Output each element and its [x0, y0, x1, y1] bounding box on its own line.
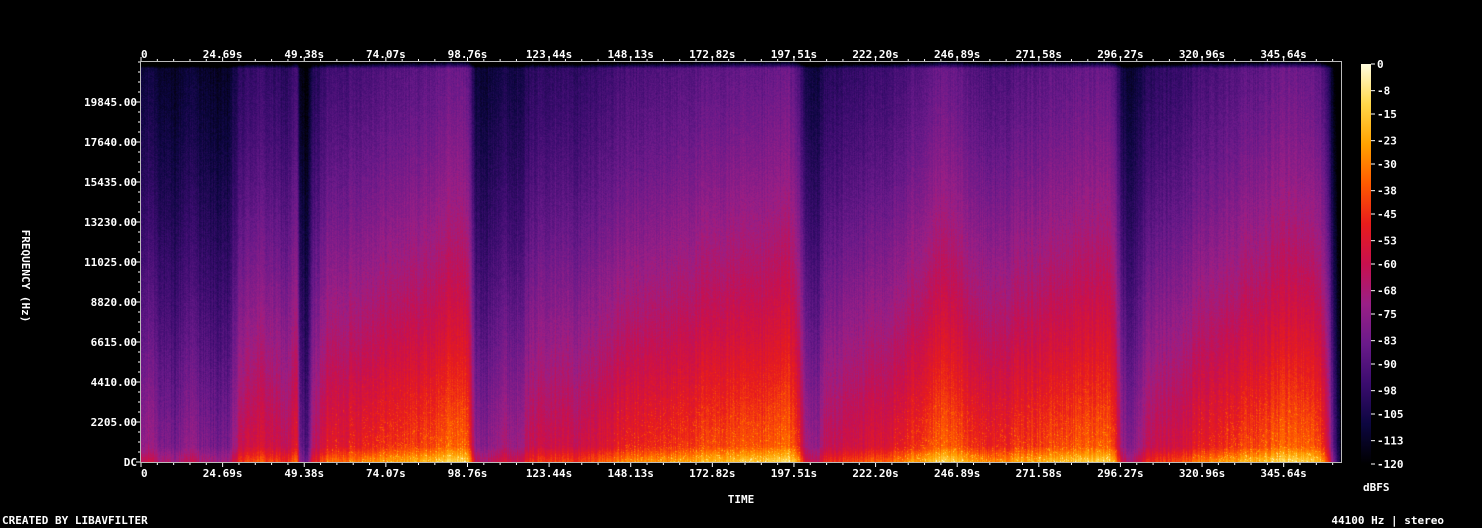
colorbar-gradient [1361, 64, 1371, 464]
x-tick-label: 172.82s [689, 48, 735, 61]
footer-audio-info: 44100 Hz | stereo [1331, 514, 1444, 527]
x-axis-top: 0 24.69s 49.38s 74.07s 98.76s 123.44s 148.13s 1… [140, 48, 1334, 62]
x-axis-bottom: 0 24.69s 49.38s 74.07s 98.76s 123.44s 148.13s 1… [140, 462, 1334, 480]
x-tick-label: 123.44s [526, 48, 572, 61]
y-tick-label: 13230.00 [84, 216, 137, 229]
y-tick-label: 6615.00 [91, 336, 137, 349]
colorbar-tick-label: -38 [1377, 185, 1397, 198]
x-tick-label: 0 [141, 48, 148, 61]
x-tick-label: 320.96s [1179, 48, 1225, 61]
colorbar-label: dBFS [1363, 481, 1390, 494]
y-tick-label: 19845.00 [84, 96, 137, 109]
x-tick-label: 148.13s [608, 48, 654, 61]
x-tick-label: 197.51s [771, 467, 817, 480]
x-tick-label: 123.44s [526, 467, 572, 480]
x-tick-label: 49.38s [284, 467, 324, 480]
colorbar-tick-label: -98 [1377, 385, 1397, 398]
colorbar: 0 -8 -15 -23 -30 -38 -45 -53 -60 -68 -75 -83 -90 -98 -… [1361, 58, 1404, 494]
colorbar-tick-label: -60 [1377, 258, 1397, 271]
x-tick-label: 24.69s [203, 48, 243, 61]
colorbar-tick-label: -45 [1377, 208, 1397, 221]
colorbar-tick-label: -68 [1377, 285, 1397, 298]
x-tick-label: 0 [141, 467, 148, 480]
x-tick-label: 345.64s [1260, 48, 1306, 61]
x-tick-label: 197.51s [771, 48, 817, 61]
spectrogram-figure: 0 24.69s 49.38s 74.07s 98.76s 123.44s 148.13s 1… [19, 48, 1404, 506]
x-tick-label: 74.07s [366, 48, 406, 61]
x-tick-label: 49.38s [284, 48, 324, 61]
x-tick-label: 172.82s [689, 467, 735, 480]
colorbar-tick-label: -15 [1377, 108, 1397, 121]
y-axis-label: FREQUENCY (Hz) [19, 230, 32, 323]
x-tick-label: 345.64s [1260, 467, 1306, 480]
spectrogram-heatmap [141, 62, 1341, 462]
x-tick-label: 246.89s [934, 48, 980, 61]
x-tick-label: 296.27s [1097, 48, 1143, 61]
footer-credit: CREATED BY LIBAVFILTER [2, 514, 148, 527]
colorbar-tick-label: -120 [1377, 458, 1404, 471]
colorbar-tick-label: -83 [1377, 335, 1397, 348]
plot-area [140, 61, 1342, 463]
colorbar-tick-label: -113 [1377, 435, 1404, 448]
colorbar-tick-label: -30 [1377, 158, 1397, 171]
x-tick-label: 271.58s [1016, 48, 1062, 61]
colorbar-tick-label: -23 [1377, 135, 1397, 148]
colorbar-tick-label: -75 [1377, 308, 1397, 321]
colorbar-tick-label: -90 [1377, 358, 1397, 371]
y-tick-label: 11025.00 [84, 256, 137, 269]
y-tick-label: 15435.00 [84, 176, 137, 189]
colorbar-tick-label: -105 [1377, 408, 1404, 421]
x-tick-label: 74.07s [366, 467, 406, 480]
x-tick-label: 24.69s [203, 467, 243, 480]
x-tick-label: 222.20s [852, 467, 898, 480]
y-tick-label: DC [124, 456, 137, 469]
colorbar-tick-label: -53 [1377, 235, 1397, 248]
y-axis: DC 2205.00 4410.00 6615.00 8820.00 11025.00 13… [84, 61, 141, 469]
spectrogram-canvas-holder [141, 62, 1341, 462]
x-tick-label: 98.76s [448, 467, 488, 480]
x-tick-label: 296.27s [1097, 467, 1143, 480]
x-tick-label: 98.76s [448, 48, 488, 61]
y-tick-label: 2205.00 [91, 416, 137, 429]
x-tick-label: 222.20s [852, 48, 898, 61]
y-tick-label: 4410.00 [91, 376, 137, 389]
x-tick-label: 148.13s [608, 467, 654, 480]
y-tick-label: 8820.00 [91, 296, 137, 309]
x-tick-label: 320.96s [1179, 467, 1225, 480]
y-tick-label: 17640.00 [84, 136, 137, 149]
colorbar-tick-label: 0 [1377, 58, 1384, 71]
x-tick-label: 246.89s [934, 467, 980, 480]
colorbar-tick-label: -8 [1377, 85, 1390, 98]
x-tick-label: 271.58s [1016, 467, 1062, 480]
x-axis-label: TIME [728, 493, 755, 506]
